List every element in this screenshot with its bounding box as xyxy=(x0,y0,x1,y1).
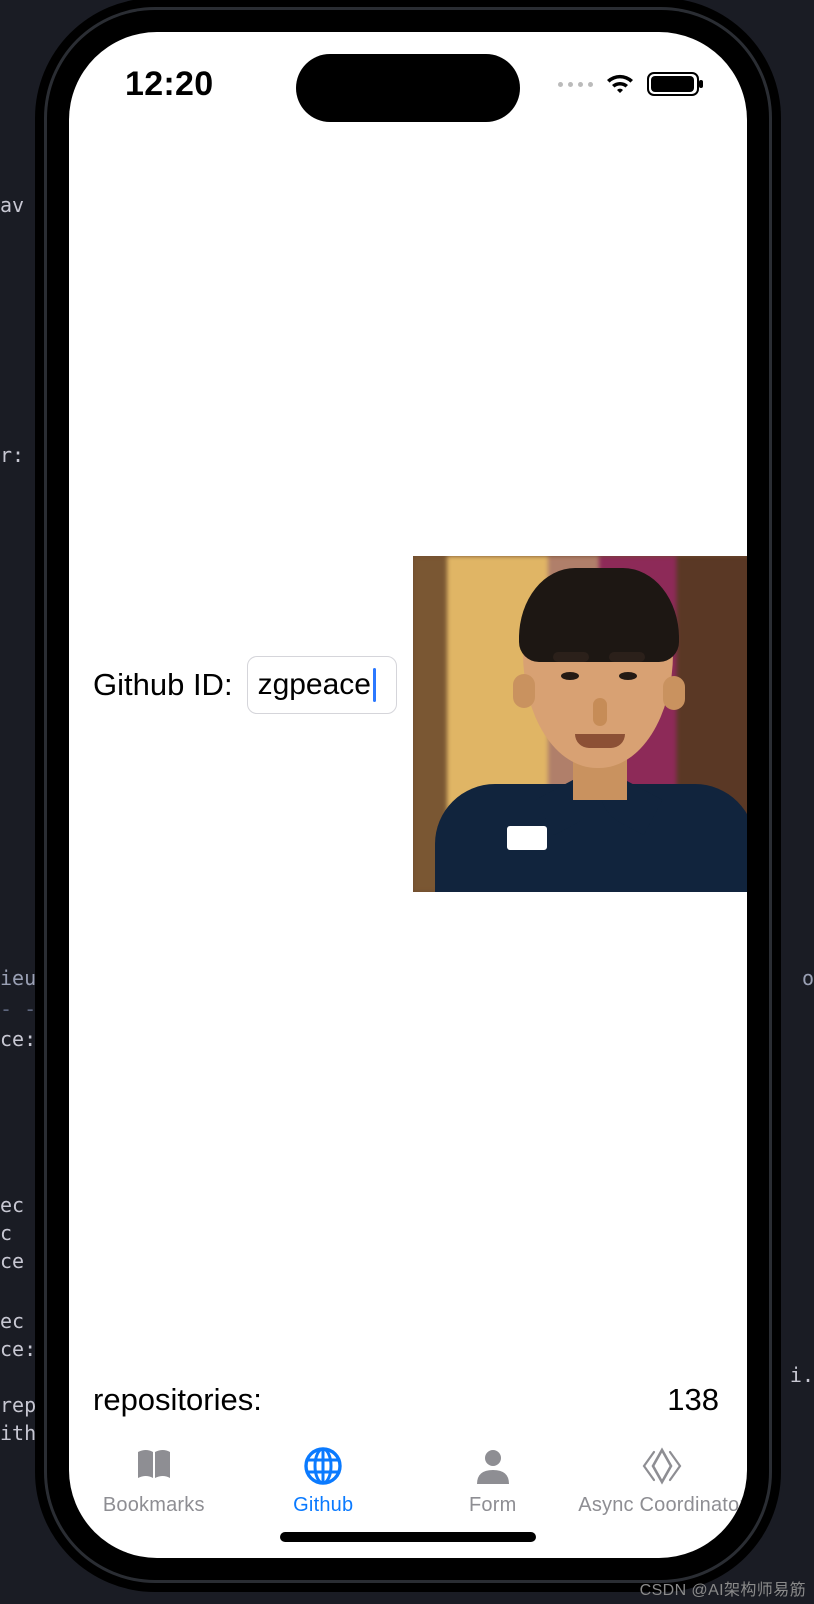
tab-bookmarks[interactable]: Bookmarks xyxy=(69,1438,239,1558)
bg-code: i. xyxy=(790,1362,814,1388)
bg-code: ith xyxy=(0,1420,36,1446)
bg-code: ec xyxy=(0,1308,24,1334)
watermark: CSDN @AI架构师易筋 xyxy=(640,1576,806,1600)
bg-code: - - xyxy=(0,996,36,1022)
tab-label: Async Coordinator xyxy=(578,1494,746,1517)
screen: 12:20 Github ID: xyxy=(69,32,747,1558)
bg-code: ec xyxy=(0,1192,24,1218)
iphone-frame: 12:20 Github ID: xyxy=(47,10,769,1580)
tab-label: Form xyxy=(469,1494,516,1517)
globe-icon xyxy=(301,1444,345,1488)
bg-code: ieue xyxy=(0,965,48,991)
bg-code: ce: xyxy=(0,1336,36,1362)
status-indicators xyxy=(558,72,699,96)
recording-dots-icon xyxy=(558,82,593,87)
bg-code: av xyxy=(0,192,24,218)
bg-code: rep xyxy=(0,1392,36,1418)
repositories-count: 138 xyxy=(667,1382,719,1418)
tab-label: Bookmarks xyxy=(103,1494,205,1517)
bg-code: o xyxy=(802,965,814,991)
text-caret xyxy=(373,668,376,702)
bg-code: ce xyxy=(0,1248,24,1274)
home-indicator[interactable] xyxy=(280,1532,536,1542)
github-id-label: Github ID: xyxy=(93,667,233,703)
book-icon xyxy=(132,1444,176,1488)
github-id-input[interactable]: zgpeace xyxy=(247,656,397,714)
github-id-value: zgpeace xyxy=(258,668,371,702)
bg-code: c xyxy=(0,1220,12,1246)
tab-label: Github xyxy=(293,1494,353,1517)
repositories-label: repositories: xyxy=(93,1382,262,1418)
wifi-icon xyxy=(605,73,635,95)
person-icon xyxy=(471,1444,515,1488)
battery-icon xyxy=(647,72,699,96)
github-id-row: Github ID: zgpeace xyxy=(93,656,747,714)
repositories-row: repositories: 138 xyxy=(93,1382,719,1418)
dynamic-island xyxy=(296,54,520,122)
chevrons-icon xyxy=(640,1444,684,1488)
tab-async-coordinator[interactable]: Async Coordinator xyxy=(578,1438,748,1558)
status-time: 12:20 xyxy=(125,65,213,104)
bg-code: ce: xyxy=(0,1026,36,1052)
bg-code: r: xyxy=(0,442,24,468)
avatar-image xyxy=(413,556,747,892)
main-content: Github ID: zgpeace repositories: 138 xyxy=(69,136,747,1438)
